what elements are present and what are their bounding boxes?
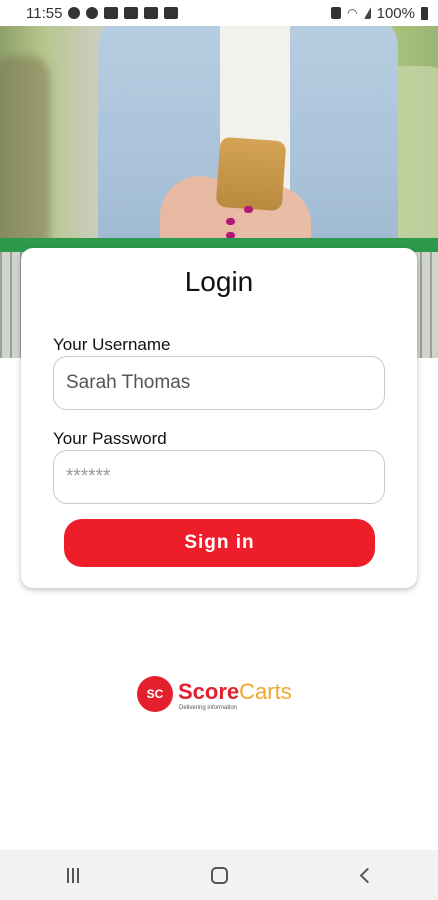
recents-button[interactable] [43, 855, 103, 895]
username-label: Your Username [53, 335, 171, 354]
password-input[interactable] [53, 450, 385, 504]
home-button[interactable] [189, 855, 249, 895]
account-circle-icon [68, 7, 81, 19]
status-left: 11:55 [26, 4, 179, 22]
logo-tagline: Delivering information [179, 705, 238, 711]
username-input[interactable] [53, 356, 385, 410]
image-icon [124, 7, 139, 19]
logo-score-text: Score [178, 679, 240, 704]
battery-icon [421, 6, 428, 20]
home-icon [210, 866, 228, 884]
signin-button[interactable]: Sign in [64, 519, 375, 567]
status-time: 11:55 [26, 4, 63, 22]
logo-carts-text: Carts [239, 679, 292, 704]
back-button[interactable] [335, 855, 395, 895]
password-label: Your Password [53, 429, 167, 448]
navigation-bar [0, 850, 438, 900]
recents-icon [67, 867, 79, 883]
login-title: Login [184, 266, 254, 297]
wifi-icon: ◠ [347, 6, 358, 20]
phone-illustration [215, 136, 287, 212]
lock-icon [331, 7, 342, 19]
logo-wordmark: ScoreCarts [178, 679, 292, 705]
youtube-icon [164, 7, 179, 19]
back-icon [359, 867, 375, 883]
status-right: ◠ 100% [331, 5, 428, 22]
status-bar: 11:55 ◠ 100% [0, 0, 438, 26]
cart-logo-icon: SC [137, 676, 173, 712]
signal-icon [363, 7, 371, 19]
sync-icon [86, 7, 99, 19]
download-icon [104, 7, 119, 19]
scorecarts-logo: SC ScoreCarts Delivering information [137, 676, 307, 716]
youtube-icon [144, 7, 159, 19]
battery-percent: 100% [376, 4, 415, 22]
